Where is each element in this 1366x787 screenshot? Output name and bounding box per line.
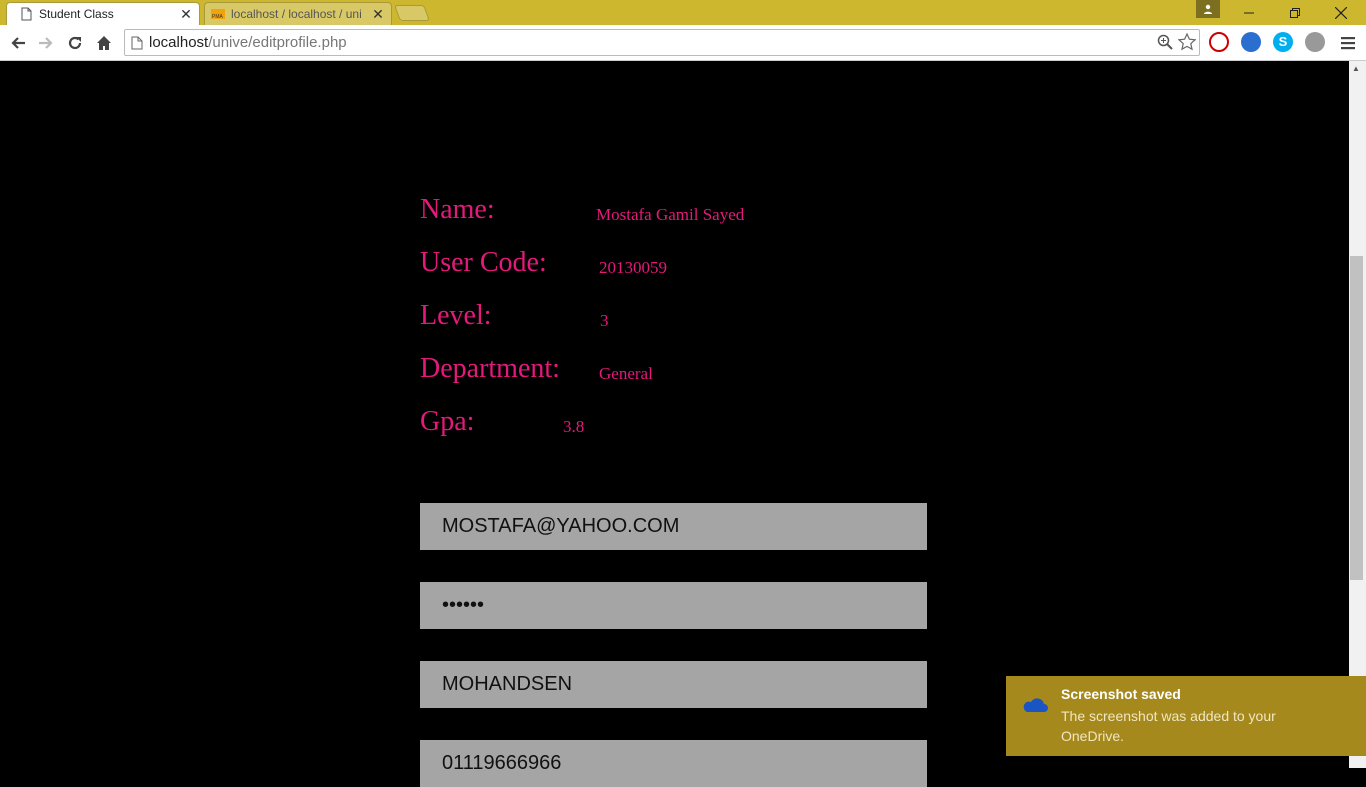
level-value: 3 — [600, 311, 609, 330]
restore-button[interactable] — [1272, 0, 1318, 25]
scroll-up-arrow-icon[interactable]: ▲ — [1352, 64, 1360, 73]
skype-extension-icon[interactable]: S — [1273, 32, 1293, 52]
person-icon — [1204, 4, 1212, 14]
tab-phpmyadmin[interactable]: PMA localhost / localhost / uni ✕ — [204, 2, 392, 25]
forward-arrow-icon — [39, 37, 53, 49]
url-path: /unive/editprofile.php — [208, 34, 347, 51]
restore-icon — [1290, 7, 1300, 18]
url-host: localhost — [149, 34, 209, 51]
page-icon — [131, 36, 143, 49]
email-field[interactable]: MOSTAFA@YAHOO.COM — [420, 503, 927, 550]
new-tab-button[interactable] — [394, 5, 430, 21]
user-code-value: 20130059 — [599, 258, 667, 277]
reload-icon — [68, 36, 82, 50]
password-field[interactable]: •••••• — [420, 582, 927, 629]
block-www-extension-icon[interactable] — [1209, 32, 1229, 52]
cloud-extension-icon[interactable] — [1305, 32, 1325, 52]
back-arrow-icon — [11, 37, 25, 49]
phone-field[interactable]: 01119666966 — [420, 740, 927, 787]
chrome-menu-button[interactable] — [1336, 31, 1360, 55]
bookmark-star-icon[interactable] — [1178, 33, 1196, 51]
onedrive-notification[interactable]: Screenshot saved The screenshot was adde… — [1006, 676, 1366, 756]
close-window-button[interactable] — [1318, 0, 1364, 25]
level-label: Level: — [420, 300, 492, 331]
tab-strip: Student Class ✕ PMA localhost / localhos… — [0, 0, 1366, 25]
home-button[interactable] — [92, 31, 116, 55]
svg-text:PMA: PMA — [212, 14, 224, 20]
globe-extension-icon[interactable] — [1241, 32, 1261, 52]
hamburger-menu-icon — [1341, 37, 1355, 50]
notification-body: The screenshot was added to your OneDriv… — [1061, 708, 1276, 744]
browser-toolbar: localhost/unive/editprofile.php S — [0, 25, 1366, 61]
tab-student-class[interactable]: Student Class ✕ — [6, 2, 200, 25]
reload-button[interactable] — [63, 31, 87, 55]
department-label: Department: — [420, 353, 560, 384]
user-profile-button[interactable] — [1196, 0, 1220, 18]
close-tab-icon[interactable]: ✕ — [369, 6, 387, 23]
home-icon — [97, 36, 111, 50]
tab-title: Student Class — [39, 7, 114, 21]
zoom-icon[interactable] — [1157, 34, 1173, 50]
back-button[interactable] — [6, 31, 30, 55]
scrollbar-thumb[interactable] — [1350, 256, 1363, 580]
minimize-icon — [1244, 12, 1254, 13]
close-tab-icon[interactable]: ✕ — [177, 6, 195, 23]
address-field[interactable]: MOHANDSEN — [420, 661, 927, 708]
user-code-label: User Code: — [420, 247, 547, 278]
name-value: Mostafa Gamil Sayed — [596, 205, 745, 224]
minimize-button[interactable] — [1226, 0, 1272, 25]
department-value: General — [599, 364, 653, 383]
gpa-label: Gpa: — [420, 406, 475, 437]
close-icon — [1335, 6, 1347, 19]
name-label: Name: — [420, 194, 495, 225]
gpa-value: 3.8 — [563, 417, 585, 436]
forward-button[interactable] — [34, 31, 58, 55]
notification-title: Screenshot saved — [1061, 686, 1181, 702]
phpmyadmin-icon: PMA — [211, 9, 225, 20]
page-icon — [21, 7, 32, 21]
onedrive-cloud-icon — [1023, 698, 1048, 712]
tab-title: localhost / localhost / uni — [231, 7, 362, 21]
address-bar[interactable]: localhost/unive/editprofile.php — [124, 29, 1200, 56]
